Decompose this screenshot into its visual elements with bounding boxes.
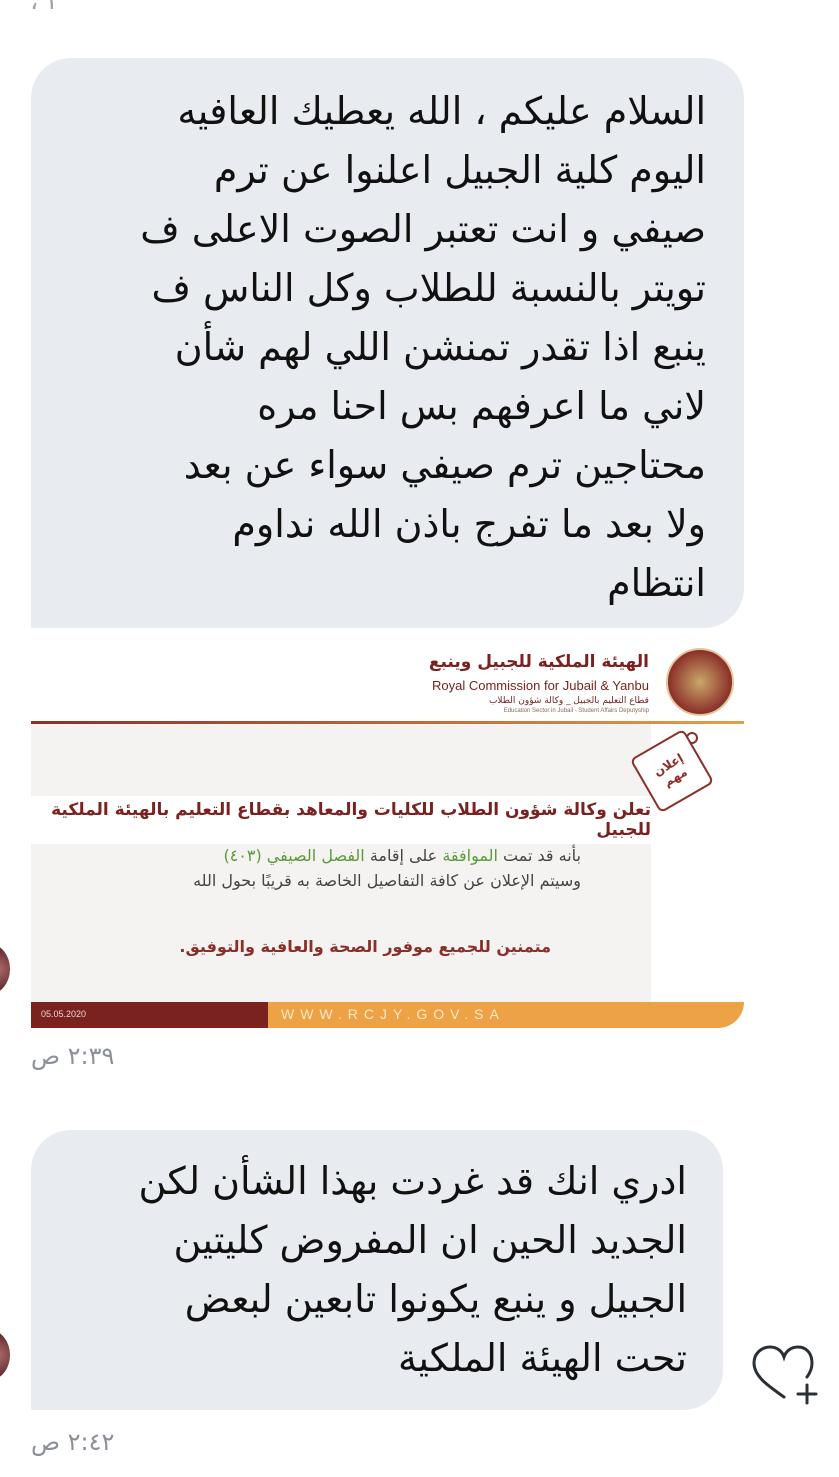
important-tag-label: إعلان مهم (651, 750, 690, 790)
message-timestamp: ٢:٣٩ ص (31, 1042, 115, 1070)
footer-url: WWW.RCJY.GOV.SA (281, 1006, 505, 1022)
announcement-wish: متمنين للجميع موفور الصحة والعافية والتو… (179, 937, 551, 956)
org-sub-en: Education Sector in Jubail - Student Aff… (503, 708, 649, 714)
sender-avatar[interactable] (0, 1330, 10, 1380)
org-sub-ar: قطاع التعليم بالجبيل _ وكالة شؤون الطلاب (488, 696, 649, 706)
line1-part-d: الفصل الصيفي (266, 846, 365, 865)
announcement-line-2: وسيتم الإعلان عن كافة التفاصيل الخاصة به… (193, 871, 581, 890)
sender-avatar[interactable] (0, 944, 10, 994)
announcement-footer: 05.05.2020 WWW.RCJY.GOV.SA (31, 1002, 744, 1028)
heart-plus-icon[interactable] (750, 1345, 820, 1405)
message-text: السلام عليكم ، الله يعطيك العافيه اليوم … (140, 89, 706, 605)
announcement-headline: تعلن وكالة شؤون الطلاب للكليات والمعاهد … (31, 796, 651, 844)
message-bubble[interactable]: ادري انك قد غردت بهذا الشأن لكن الجديد ا… (31, 1130, 723, 1410)
announcement-image[interactable]: الهيئة الملكية للجبيل وينبع Royal Commis… (31, 628, 744, 1030)
org-name-ar: الهيئة الملكية للجبيل وينبع (428, 652, 649, 672)
footer-date: 05.05.2020 (41, 1009, 87, 1019)
header-divider (31, 721, 744, 724)
line1-part-c: على إقامة (364, 846, 443, 865)
rcjy-seal-icon (666, 648, 734, 716)
previous-timestamp-fragment: ۲ ، (30, 0, 61, 16)
message-timestamp: ٢:٤٢ ص (31, 1428, 115, 1456)
message-bubble[interactable]: السلام عليكم ، الله يعطيك العافيه اليوم … (31, 58, 744, 628)
org-name-en: Royal Commission for Jubail & Yanbu (431, 678, 649, 693)
message-text: ادري انك قد غردت بهذا الشأن لكن الجديد ا… (138, 1159, 687, 1380)
line1-part-a: بأنه قد تمت (497, 846, 581, 865)
line1-part-e: (٤٠٣) (223, 846, 267, 865)
line1-part-b: الموافقة (442, 846, 498, 865)
announcement-line-1: بأنه قد تمت الموافقة على إقامة الفصل الص… (31, 846, 581, 865)
